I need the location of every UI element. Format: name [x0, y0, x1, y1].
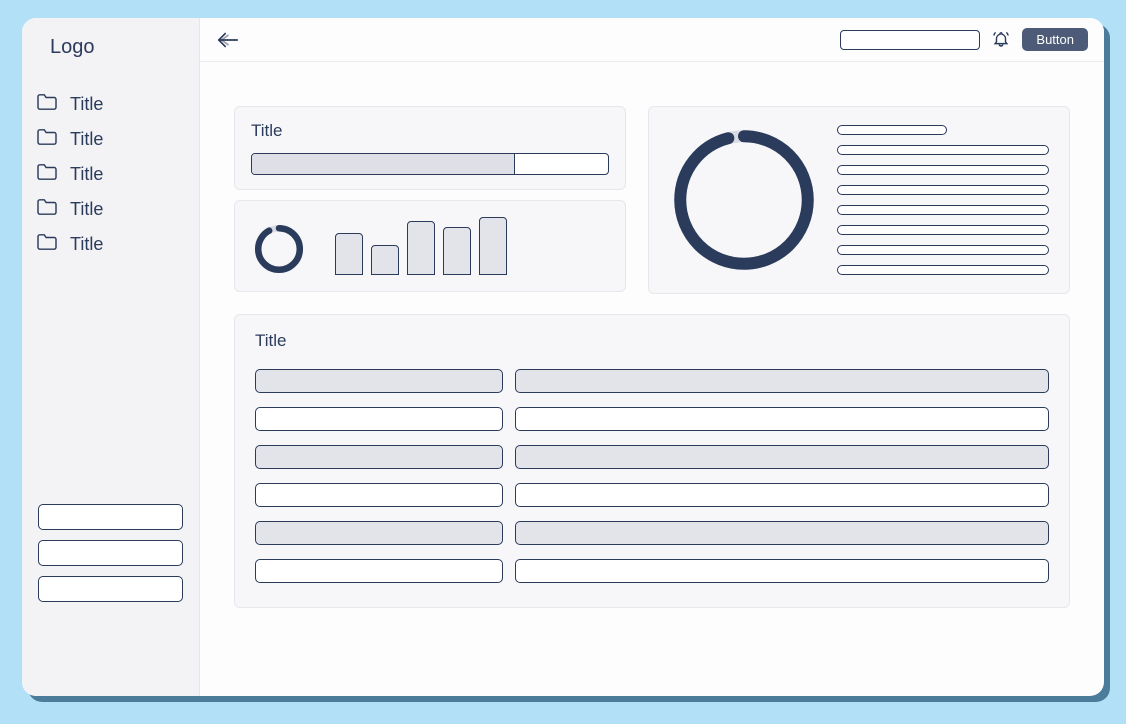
sidebar: Logo Title Title Title: [22, 18, 200, 696]
text-line: [837, 265, 1049, 275]
back-button[interactable]: [216, 30, 240, 50]
sidebar-nav: Title Title Title Title: [36, 93, 185, 256]
table-card: Title: [234, 314, 1070, 608]
donut-icon: [669, 125, 819, 275]
table-cell: [515, 483, 1049, 507]
table-cell: [515, 521, 1049, 545]
table-row: [255, 445, 1049, 469]
notifications-icon[interactable]: [992, 31, 1010, 49]
table-card-title: Title: [255, 331, 1049, 351]
sidebar-item-4[interactable]: Title: [36, 198, 185, 221]
folder-icon: [36, 163, 58, 186]
primary-button[interactable]: Button: [1022, 28, 1088, 51]
table-cell: [255, 445, 503, 469]
text-line: [837, 125, 947, 135]
bar: [335, 233, 363, 275]
donut-icon: [253, 223, 305, 275]
folder-icon: [36, 128, 58, 151]
table-row: [255, 369, 1049, 393]
sidebar-item-label: Title: [70, 199, 103, 220]
bar: [479, 217, 507, 275]
sidebar-slot-1[interactable]: [38, 504, 183, 530]
bar: [443, 227, 471, 275]
table-cell: [255, 407, 503, 431]
sidebar-slot-2[interactable]: [38, 540, 183, 566]
table-cell: [515, 559, 1049, 583]
progress-bar: [251, 153, 609, 175]
search-input[interactable]: [840, 30, 980, 50]
table-cell: [515, 445, 1049, 469]
bar: [407, 221, 435, 275]
content: Title: [200, 62, 1104, 696]
table-body: [255, 369, 1049, 583]
big-donut-card: [648, 106, 1070, 294]
table-cell: [515, 369, 1049, 393]
table-cell: [515, 407, 1049, 431]
text-lines: [837, 125, 1049, 275]
bar-chart: [335, 217, 507, 275]
text-line: [837, 225, 1049, 235]
app-frame: Logo Title Title Title: [22, 18, 1104, 696]
sidebar-item-label: Title: [70, 129, 103, 150]
folder-icon: [36, 198, 58, 221]
sidebar-item-1[interactable]: Title: [36, 93, 185, 116]
bar: [371, 245, 399, 275]
topbar: Button: [200, 18, 1104, 62]
text-line: [837, 185, 1049, 195]
logo: Logo: [50, 36, 185, 59]
sidebar-item-label: Title: [70, 94, 103, 115]
folder-icon: [36, 233, 58, 256]
mini-stats-card: [234, 200, 626, 292]
main: Button Title: [200, 18, 1104, 696]
table-row: [255, 521, 1049, 545]
sidebar-item-5[interactable]: Title: [36, 233, 185, 256]
table-row: [255, 559, 1049, 583]
table-row: [255, 407, 1049, 431]
sidebar-item-3[interactable]: Title: [36, 163, 185, 186]
folder-icon: [36, 93, 58, 116]
text-line: [837, 165, 1049, 175]
table-cell: [255, 521, 503, 545]
progress-bar-fill: [252, 154, 515, 174]
progress-card-title: Title: [251, 121, 609, 141]
sidebar-item-2[interactable]: Title: [36, 128, 185, 151]
text-line: [837, 205, 1049, 215]
table-cell: [255, 559, 503, 583]
table-row: [255, 483, 1049, 507]
sidebar-item-label: Title: [70, 164, 103, 185]
text-line: [837, 245, 1049, 255]
sidebar-bottom: [36, 504, 185, 608]
progress-card: Title: [234, 106, 626, 190]
sidebar-item-label: Title: [70, 234, 103, 255]
table-cell: [255, 369, 503, 393]
table-cell: [255, 483, 503, 507]
text-line: [837, 145, 1049, 155]
sidebar-slot-3[interactable]: [38, 576, 183, 602]
